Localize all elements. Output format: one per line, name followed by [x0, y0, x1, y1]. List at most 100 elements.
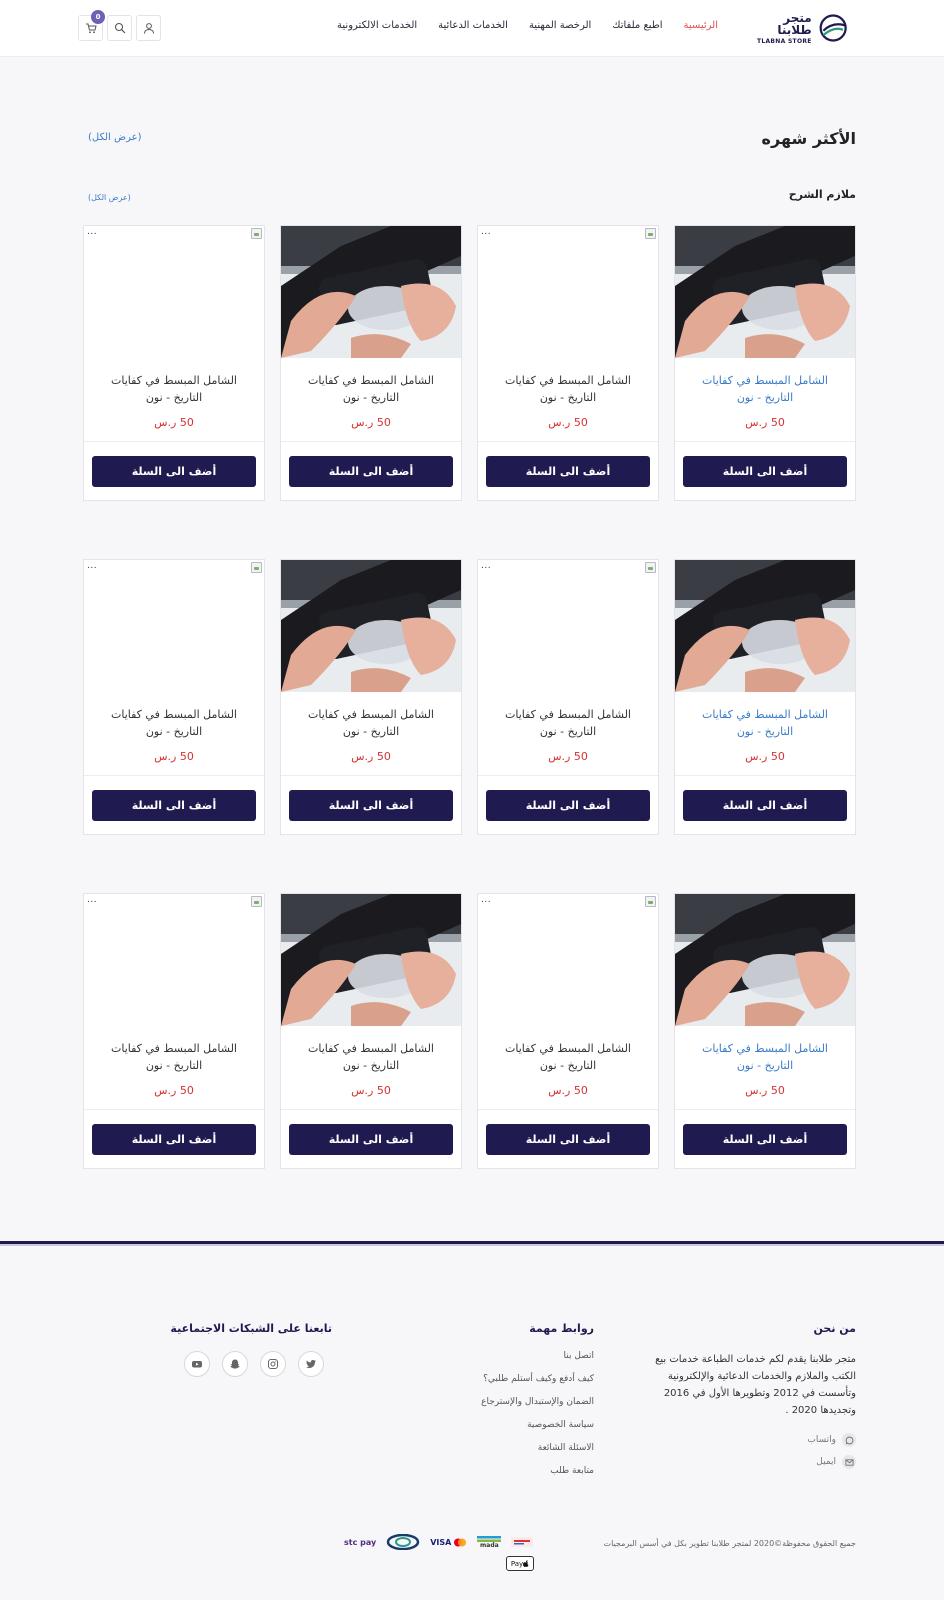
card-payment-icon	[511, 1537, 534, 1547]
add-to-cart-button[interactable]: أضف الى السلة	[486, 790, 650, 821]
main-nav: الرئيسية اطبع ملفاتك الرخصة المهنية الخد…	[337, 20, 718, 31]
add-to-cart-button[interactable]: أضف الى السلة	[289, 1124, 453, 1155]
add-to-cart-button[interactable]: أضف الى السلة	[92, 790, 256, 821]
product-name[interactable]: الشامل المبسط في كفايات التاريخ - نون	[98, 372, 250, 406]
product-image-broken[interactable]: ...	[84, 226, 264, 358]
whatsapp-contact[interactable]: واتساب	[636, 1433, 856, 1447]
product-card[interactable]: الشامل المبسط في كفايات التاريخ - نون 50 …	[280, 559, 462, 835]
instagram-icon	[268, 1359, 278, 1369]
product-card[interactable]: الشامل المبسط في كفايات التاريخ - نون 50 …	[280, 225, 462, 501]
product-card[interactable]: ... الشامل المبسط في كفايات التاريخ - نون…	[83, 893, 265, 1169]
product-name[interactable]: الشامل المبسط في كفايات التاريخ - نون	[295, 1040, 447, 1074]
broken-image-icon	[251, 562, 262, 573]
youtube-link[interactable]	[184, 1351, 210, 1377]
card-divider	[478, 441, 658, 442]
product-image[interactable]	[281, 560, 461, 692]
product-image[interactable]	[281, 894, 461, 1026]
add-to-cart-button[interactable]: أضف الى السلة	[92, 456, 256, 487]
snapchat-icon	[230, 1359, 240, 1369]
subsection-view-all-link[interactable]: (عرض الكل)	[88, 193, 131, 202]
add-to-cart-button[interactable]: أضف الى السلة	[683, 456, 847, 487]
product-card[interactable]: الشامل المبسط في كفايات التاريخ - نون 50 …	[280, 893, 462, 1169]
product-price: 50 ر.س	[154, 750, 194, 763]
twitter-link[interactable]	[298, 1351, 324, 1377]
product-price: 50 ر.س	[351, 416, 391, 429]
product-name[interactable]: الشامل المبسط في كفايات التاريخ - نون	[689, 372, 841, 406]
product-photo	[281, 226, 461, 358]
nav-advertising-services[interactable]: الخدمات الدعائية	[438, 20, 508, 31]
footer-link-faq[interactable]: الاسئلة الشائعة	[444, 1443, 594, 1453]
product-card[interactable]: الشامل المبسط في كفايات التاريخ - نون 50 …	[674, 559, 856, 835]
product-price: 50 ر.س	[351, 1084, 391, 1097]
broken-image-alt-text: ...	[481, 561, 492, 571]
product-card[interactable]: ... الشامل المبسط في كفايات التاريخ - نون…	[83, 559, 265, 835]
product-image[interactable]	[675, 226, 855, 358]
product-image-broken[interactable]: ...	[84, 894, 264, 1026]
broken-image-icon	[645, 896, 656, 907]
product-image[interactable]	[675, 560, 855, 692]
instagram-link[interactable]	[260, 1351, 286, 1377]
footer-link-contact[interactable]: اتصل بنا	[444, 1351, 594, 1361]
product-price: 50 ر.س	[154, 416, 194, 429]
product-card[interactable]: الشامل المبسط في كفايات التاريخ - نون 50 …	[674, 893, 856, 1169]
product-image[interactable]	[281, 226, 461, 358]
nav-home[interactable]: الرئيسية	[684, 20, 718, 31]
nav-print-files[interactable]: اطبع ملفاتك	[612, 20, 662, 31]
product-image-broken[interactable]: ...	[478, 560, 658, 692]
product-card[interactable]: ... الشامل المبسط في كفايات التاريخ - نون…	[477, 225, 659, 501]
add-to-cart-button[interactable]: أضف الى السلة	[92, 1124, 256, 1155]
product-card[interactable]: ... الشامل المبسط في كفايات التاريخ - نون…	[477, 559, 659, 835]
mada-logo: mada	[480, 1541, 499, 1549]
broken-image-alt-text: ...	[481, 227, 492, 237]
whatsapp-label: واتساب	[807, 1435, 836, 1445]
nav-electronic-services[interactable]: الخدمات الالكترونية	[337, 20, 417, 31]
product-image-broken[interactable]: ...	[478, 894, 658, 1026]
footer-link-privacy[interactable]: سياسة الخصوصية	[444, 1420, 594, 1430]
cart-button[interactable]: 0	[78, 10, 105, 41]
snapchat-link[interactable]	[222, 1351, 248, 1377]
product-name[interactable]: الشامل المبسط في كفايات التاريخ - نون	[492, 1040, 644, 1074]
product-card[interactable]: ... الشامل المبسط في كفايات التاريخ - نون…	[477, 893, 659, 1169]
add-to-cart-button[interactable]: أضف الى السلة	[683, 790, 847, 821]
card-divider	[675, 775, 855, 776]
add-to-cart-button[interactable]: أضف الى السلة	[486, 456, 650, 487]
product-image[interactable]	[675, 894, 855, 1026]
product-name[interactable]: الشامل المبسط في كفايات التاريخ - نون	[492, 372, 644, 406]
user-icon	[143, 23, 154, 34]
product-price: 50 ر.س	[548, 1084, 588, 1097]
add-to-cart-button[interactable]: أضف الى السلة	[486, 1124, 650, 1155]
product-name[interactable]: الشامل المبسط في كفايات التاريخ - نون	[295, 706, 447, 740]
product-card[interactable]: الشامل المبسط في كفايات التاريخ - نون 50 …	[674, 225, 856, 501]
view-all-link[interactable]: (عرض الكل)	[88, 132, 141, 143]
product-name[interactable]: الشامل المبسط في كفايات التاريخ - نون	[98, 706, 250, 740]
add-to-cart-button[interactable]: أضف الى السلة	[289, 790, 453, 821]
nav-professional-license[interactable]: الرخصة المهنية	[529, 20, 591, 31]
broken-image-icon	[645, 562, 656, 573]
product-photo	[675, 894, 855, 1026]
product-name[interactable]: الشامل المبسط في كفايات التاريخ - نون	[98, 1040, 250, 1074]
product-image-broken[interactable]: ...	[84, 560, 264, 692]
footer-about-title: من نحن	[813, 1322, 857, 1335]
product-name[interactable]: الشامل المبسط في كفايات التاريخ - نون	[689, 1040, 841, 1074]
product-name[interactable]: الشامل المبسط في كفايات التاريخ - نون	[689, 706, 841, 740]
footer-link-warranty-returns[interactable]: الضمان والإستبدال والإسترجاع	[444, 1397, 594, 1407]
account-button[interactable]	[136, 15, 161, 41]
add-to-cart-button[interactable]: أضف الى السلة	[289, 456, 453, 487]
logo-mark-icon	[819, 14, 847, 42]
broken-image-alt-text: ...	[87, 561, 98, 571]
copyright-text: جميع الحقوق محفوظة©2020 لمتجر طلابنا تطو…	[603, 1539, 856, 1548]
footer-links-title: روابط مهمة	[529, 1322, 594, 1335]
product-photo	[281, 560, 461, 692]
add-to-cart-button[interactable]: أضف الى السلة	[683, 1124, 847, 1155]
search-button[interactable]	[107, 15, 132, 41]
product-card[interactable]: ... الشامل المبسط في كفايات التاريخ - نون…	[83, 225, 265, 501]
store-logo[interactable]: متجر طلابنا TLABNA STORE	[752, 10, 848, 46]
product-name[interactable]: الشامل المبسط في كفايات التاريخ - نون	[295, 372, 447, 406]
product-photo	[675, 226, 855, 358]
product-name[interactable]: الشامل المبسط في كفايات التاريخ - نون	[492, 706, 644, 740]
footer-social: تابعنا على الشبكات الاجتماعية	[162, 1322, 332, 1377]
footer-link-payment-delivery[interactable]: كيف أدفع وكيف أستلم طلبي؟	[444, 1374, 594, 1384]
footer-link-track-order[interactable]: متابعة طلب	[444, 1466, 594, 1476]
email-contact[interactable]: ايميل	[636, 1455, 856, 1469]
product-image-broken[interactable]: ...	[478, 226, 658, 358]
